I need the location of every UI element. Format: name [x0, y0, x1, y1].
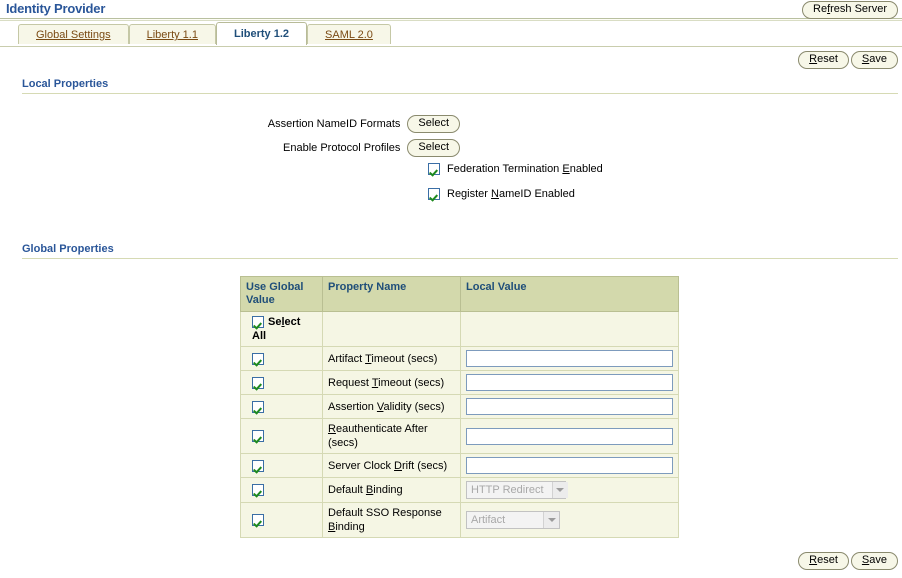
property-name-cell: Default SSO Response Binding [322, 502, 461, 539]
access-key: T [371, 376, 379, 389]
local-value-cell [460, 418, 679, 455]
save-button-top[interactable]: Save [850, 51, 898, 69]
assertion-nameid-formats-label: Assertion NameID Formats [267, 118, 401, 130]
select-all-row: Select All [240, 310, 679, 348]
local-value-cell [460, 453, 679, 479]
access-key: T [365, 352, 372, 365]
table-row: Request Timeout (secs) [240, 370, 679, 396]
tabbar-divider [0, 44, 902, 47]
table-row: Artifact Timeout (secs) [240, 346, 679, 372]
federation-termination-checkbox[interactable] [428, 163, 440, 175]
refresh-server-label: Refresh Server [813, 3, 887, 15]
tab-global-settings[interactable]: Global Settings [18, 24, 129, 45]
local-value-input[interactable] [466, 350, 673, 368]
bottom-action-buttons: Reset Save [798, 552, 898, 570]
federation-termination-row: Federation Termination Enabled [428, 163, 603, 175]
local-value-input[interactable] [466, 398, 673, 416]
tab-label: Liberty 1.2 [233, 28, 290, 40]
local-value-cell: Artifact [460, 502, 679, 539]
access-key: D [394, 459, 402, 472]
tab-label: SAML 2.0 [325, 29, 373, 41]
title-divider [0, 18, 902, 21]
tab-bar: Global Settings Liberty 1.1 Liberty 1.2 SAM… [0, 22, 902, 45]
access-key: B [365, 484, 374, 497]
use-global-value-checkbox[interactable] [252, 376, 264, 389]
use-global-value-checkbox[interactable] [252, 459, 264, 472]
table-row: Default SSO Response Binding Artifact [240, 502, 679, 539]
tab-liberty-1-1[interactable]: Liberty 1.1 [128, 24, 216, 45]
local-value-input[interactable] [466, 374, 673, 392]
table-row: Reauthenticate After (secs) [240, 418, 679, 455]
page-title: Identity Provider [6, 1, 106, 16]
use-global-value-checkbox[interactable] [252, 484, 264, 497]
use-global-value-cell [240, 370, 323, 396]
tab-saml-2-0[interactable]: SAML 2.0 [307, 24, 391, 45]
tab-label: Global Settings [36, 29, 111, 41]
local-value-select-label: Artifact [471, 514, 506, 527]
reset-button-bottom[interactable]: Reset [798, 552, 849, 570]
property-name-cell: Server Clock Drift (secs) [322, 453, 461, 479]
global-properties-table: Use Global Value Property Name Local Val… [240, 276, 679, 539]
table-row: Server Clock Drift (secs) [240, 453, 679, 479]
assertion-nameid-formats-select-button[interactable]: Select [407, 115, 460, 133]
enable-protocol-profiles-row: Enable Protocol Profiles Select [0, 139, 460, 157]
property-name-cell: Default Binding [322, 477, 461, 504]
property-name-cell: Artifact Timeout (secs) [322, 346, 461, 372]
use-global-value-cell [240, 502, 323, 539]
use-global-value-cell [240, 394, 323, 420]
enable-protocol-profiles-select-button[interactable]: Select [407, 139, 460, 157]
local-value-cell [460, 394, 679, 420]
use-global-value-checkbox[interactable] [252, 430, 264, 443]
global-properties-title: Global Properties [22, 243, 114, 255]
assertion-nameid-formats-row: Assertion NameID Formats Select [0, 115, 460, 133]
register-nameid-row: Register NameID Enabled [428, 188, 575, 200]
select-all-cell: Select All [240, 310, 323, 348]
local-properties-rule [22, 93, 898, 94]
register-nameid-label: Register NameID Enabled [447, 188, 575, 200]
use-global-value-cell [240, 453, 323, 479]
select-all-checkbox[interactable] [252, 316, 264, 329]
table-header-row: Use Global Value Property Name Local Val… [240, 276, 679, 312]
table-row: Assertion Validity (secs) [240, 394, 679, 420]
enable-protocol-profiles-label: Enable Protocol Profiles [283, 142, 401, 154]
local-value-input[interactable] [466, 427, 673, 445]
property-name-cell: Assertion Validity (secs) [322, 394, 461, 420]
property-name-cell: Request Timeout (secs) [322, 370, 461, 396]
local-value-cell: HTTP Redirect [460, 477, 679, 504]
access-key: V [376, 400, 384, 413]
use-global-value-cell [240, 346, 323, 372]
local-value-select[interactable]: HTTP Redirect [466, 481, 568, 500]
local-value-input[interactable] [466, 457, 673, 475]
property-name-cell: Reauthenticate After (secs) [322, 418, 461, 455]
federation-termination-label: Federation Termination Enabled [447, 163, 603, 175]
chevron-down-icon [551, 482, 568, 499]
top-action-buttons: Reset Save [798, 51, 898, 69]
use-global-value-checkbox[interactable] [252, 514, 264, 527]
use-global-value-checkbox[interactable] [252, 400, 264, 413]
column-header-property-name: Property Name [322, 276, 461, 312]
table-row: Default Binding HTTP Redirect [240, 477, 679, 504]
save-button-bottom[interactable]: Save [850, 552, 898, 570]
local-value-select-label: HTTP Redirect [471, 484, 544, 497]
tab-liberty-1-2[interactable]: Liberty 1.2 [215, 22, 308, 45]
register-nameid-checkbox[interactable] [428, 188, 440, 200]
column-header-local-value: Local Value [460, 276, 679, 312]
local-value-cell [460, 346, 679, 372]
reset-button-top[interactable]: Reset [798, 51, 849, 69]
local-properties-title: Local Properties [22, 78, 109, 90]
select-all-empty-prop [322, 310, 461, 348]
use-global-value-cell [240, 418, 323, 455]
select-all-empty-local [460, 310, 679, 348]
access-key: R [328, 423, 336, 436]
local-value-select[interactable]: Artifact [466, 511, 560, 530]
tab-label: Liberty 1.1 [146, 29, 198, 41]
access-key: B [328, 521, 336, 534]
chevron-down-icon [543, 512, 559, 529]
use-global-value-checkbox[interactable] [252, 352, 264, 365]
global-properties-rule [22, 258, 898, 259]
local-value-cell [460, 370, 679, 396]
refresh-server-button[interactable]: Refresh Server [802, 1, 898, 19]
column-header-use-global-value: Use Global Value [240, 276, 323, 312]
use-global-value-cell [240, 477, 323, 504]
